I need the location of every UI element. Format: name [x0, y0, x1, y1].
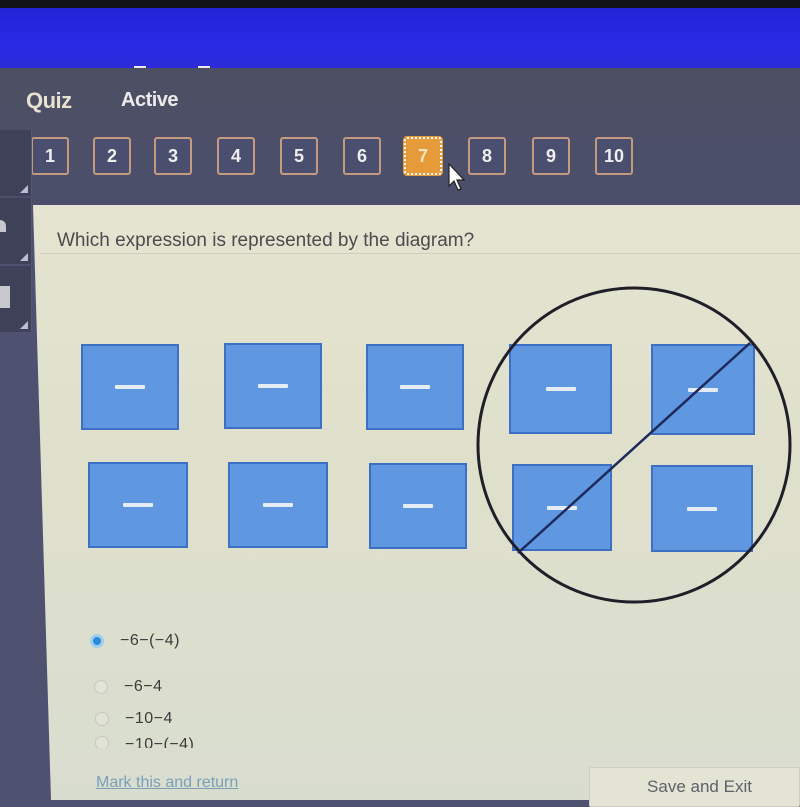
- headphones-icon: [0, 220, 6, 232]
- radio[interactable]: [95, 736, 109, 748]
- rail-tab[interactable]: [0, 198, 32, 264]
- expand-corner-icon: [20, 253, 28, 261]
- negative-tile: [228, 462, 328, 548]
- negative-tile-circled: [509, 344, 612, 434]
- answer-text: −10−(−4): [125, 736, 195, 748]
- rail-tab[interactable]: [0, 130, 32, 196]
- question-button-2[interactable]: 2: [93, 137, 131, 175]
- minus-sign: [263, 503, 293, 507]
- negative-tile-circled: [651, 465, 753, 552]
- negative-tile: [224, 343, 322, 429]
- quiz-label: Quiz: [26, 88, 72, 113]
- answer-option-3[interactable]: −10−4: [95, 710, 173, 728]
- minus-sign: [403, 504, 433, 508]
- expand-corner-icon: [20, 185, 28, 193]
- question-text: Which expression is represented by the d…: [57, 230, 475, 254]
- mouse-cursor-icon: [448, 163, 466, 191]
- answer-text: −6−(−4): [120, 632, 180, 649]
- calculator-icon: [0, 286, 10, 308]
- answer-option-4[interactable]: −10−(−4): [95, 736, 194, 748]
- question-button-6[interactable]: 6: [343, 137, 381, 175]
- negative-tile: [81, 344, 179, 430]
- question-button-3[interactable]: 3: [154, 137, 192, 175]
- negative-tile: [88, 462, 188, 548]
- minus-sign: [123, 503, 153, 507]
- minus-sign: [115, 385, 145, 389]
- negative-tile: [369, 463, 467, 549]
- expand-corner-icon: [20, 321, 28, 329]
- answer-option-2[interactable]: −6−4: [94, 678, 162, 696]
- answer-text: −6−4: [124, 678, 163, 695]
- divider: [40, 253, 800, 254]
- radio[interactable]: [94, 680, 108, 694]
- save-and-exit-button[interactable]: Save and Exit: [589, 767, 800, 807]
- question-button-10[interactable]: 10: [595, 137, 633, 175]
- question-button-7-current[interactable]: 7: [403, 136, 443, 176]
- mark-and-return-link[interactable]: Mark this and return: [96, 774, 238, 792]
- minus-sign: [258, 384, 288, 388]
- negative-tile-circled: [512, 464, 612, 551]
- minus-sign: [400, 385, 430, 389]
- radio-selected[interactable]: [90, 634, 104, 648]
- minus-sign: [688, 387, 718, 392]
- answer-option-1[interactable]: −6−(−4): [90, 632, 180, 650]
- rail-tab[interactable]: [0, 266, 32, 332]
- quiz-status: Active: [121, 89, 179, 111]
- question-button-4[interactable]: 4: [217, 137, 255, 175]
- radio[interactable]: [95, 712, 109, 726]
- left-tool-rail: [0, 130, 33, 800]
- question-button-5[interactable]: 5: [280, 137, 318, 175]
- question-button-1[interactable]: 1: [31, 137, 69, 175]
- minus-sign: [545, 387, 576, 391]
- top-banner: [0, 8, 800, 68]
- monitor-bezel: [0, 0, 800, 8]
- question-button-8[interactable]: 8: [468, 137, 506, 175]
- negative-tile: [366, 344, 464, 430]
- negative-tile-circled: [651, 344, 755, 435]
- minus-sign: [547, 505, 577, 510]
- question-button-9[interactable]: 9: [532, 137, 570, 175]
- answer-text: −10−4: [125, 710, 173, 727]
- minus-sign: [687, 506, 717, 511]
